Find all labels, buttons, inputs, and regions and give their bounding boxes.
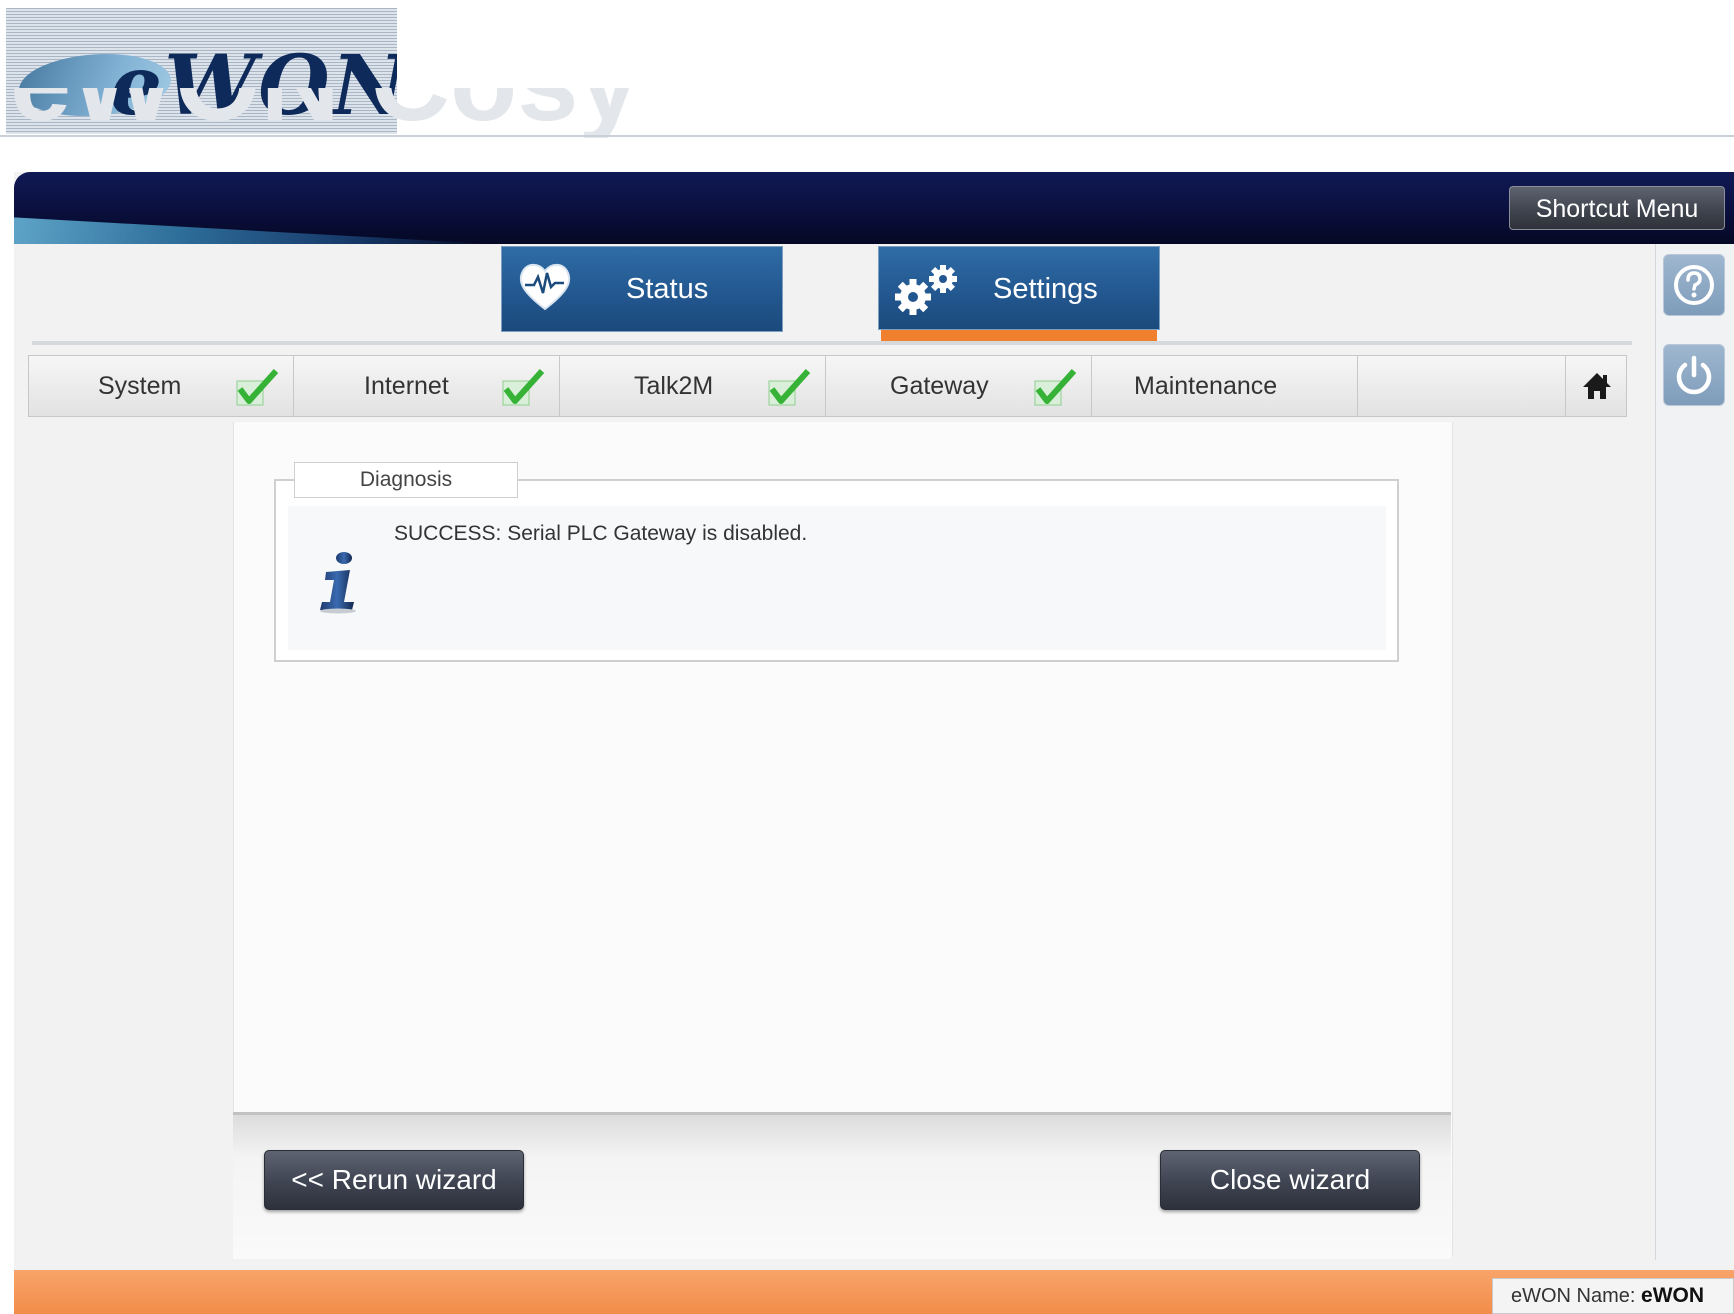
home-button[interactable] xyxy=(1565,355,1627,417)
shortcut-menu-button[interactable]: Shortcut Menu xyxy=(1509,186,1725,230)
top-divider xyxy=(0,135,1734,137)
step-label: Talk2M xyxy=(634,372,714,400)
step-system[interactable]: System xyxy=(28,355,294,417)
tab-settings[interactable]: Settings xyxy=(878,246,1160,330)
device-name: eWON Name: eWON xyxy=(1492,1278,1734,1314)
page-watermark-title: eWON Cosy xyxy=(10,88,770,138)
rerun-wizard-button[interactable]: << Rerun wizard xyxy=(264,1150,524,1210)
step-label: System xyxy=(98,372,182,400)
checkmark-icon xyxy=(236,368,279,406)
tabs-divider xyxy=(32,341,1632,345)
tab-settings-label: Settings xyxy=(993,273,1098,305)
step-maintenance[interactable]: Maintenance xyxy=(1092,355,1358,417)
step-label: Maintenance xyxy=(1134,372,1278,400)
step-internet[interactable]: Internet xyxy=(294,355,560,417)
checkmark-icon xyxy=(768,368,811,406)
step-talk2m[interactable]: Talk2M xyxy=(560,355,826,417)
home-icon xyxy=(1583,373,1611,399)
gears-icon xyxy=(895,265,957,315)
diagnosis-message: SUCCESS: Serial PLC Gateway is disabled. xyxy=(394,522,808,545)
device-name-value: eWON xyxy=(1641,1284,1705,1307)
step-label: Internet xyxy=(364,372,449,400)
checkmark-icon xyxy=(1034,368,1077,406)
close-wizard-button[interactable]: Close wizard xyxy=(1160,1150,1420,1210)
question-icon xyxy=(1674,265,1714,305)
help-button[interactable] xyxy=(1663,254,1725,316)
tab-status-label: Status xyxy=(626,273,709,305)
step-gateway[interactable]: Gateway xyxy=(826,355,1092,417)
diagnosis-legend: Diagnosis xyxy=(294,462,518,498)
device-name-label: eWON Name: xyxy=(1511,1285,1636,1307)
heart-monitor-icon xyxy=(519,263,571,311)
info-icon xyxy=(320,552,356,614)
power-icon xyxy=(1676,355,1712,395)
status-bar xyxy=(14,1270,1734,1314)
tab-status[interactable]: Status xyxy=(501,246,783,332)
power-button[interactable] xyxy=(1663,344,1725,406)
checkmark-icon xyxy=(502,368,545,406)
step-label: Gateway xyxy=(890,372,989,400)
